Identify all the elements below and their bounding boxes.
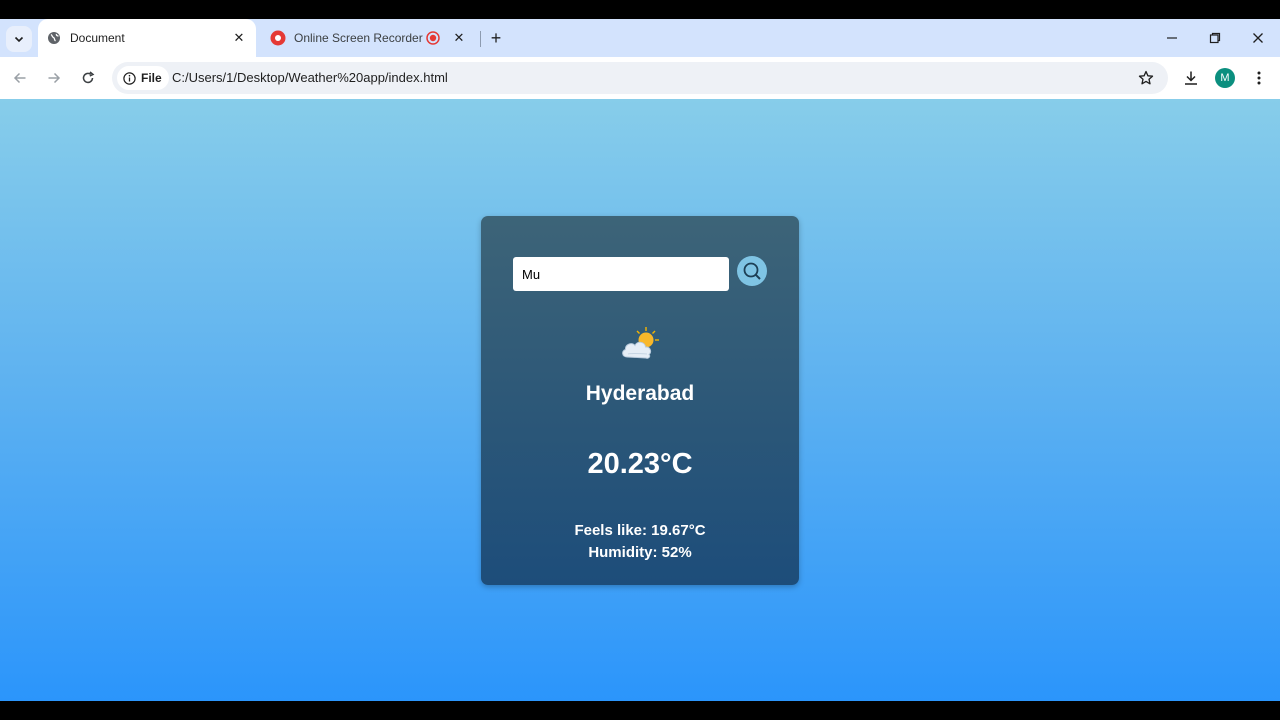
- screen: Document ✕ Online Screen Recorder ✕ + Fi…: [0, 0, 1280, 720]
- star-icon: [1138, 70, 1154, 85]
- minimize-icon: [1167, 37, 1177, 39]
- tab-title: Online Screen Recorder: [294, 31, 423, 45]
- close-icon: [1253, 33, 1263, 43]
- page-viewport: Hyderabad 20.23°C Feels like: 19.67°C Hu…: [0, 99, 1280, 701]
- globe-icon: [46, 30, 62, 46]
- download-icon: [1185, 71, 1197, 85]
- profile-button[interactable]: M: [1213, 66, 1237, 90]
- temperature: 20.23°C: [587, 448, 693, 480]
- restore-icon: [1209, 32, 1221, 44]
- feels-like: Feels like: 19.67°C: [574, 522, 706, 539]
- close-icon[interactable]: ✕: [230, 29, 248, 47]
- more-vert-icon: [1257, 71, 1261, 85]
- city-name: Hyderabad: [585, 382, 695, 405]
- new-tab-button[interactable]: +: [486, 28, 506, 48]
- chevron-down-icon: [14, 36, 24, 43]
- reload-button[interactable]: [76, 66, 100, 90]
- arrow-right-icon: [48, 72, 61, 84]
- tab-divider: [480, 31, 481, 47]
- menu-button[interactable]: [1247, 66, 1271, 90]
- forward-button[interactable]: [42, 66, 66, 90]
- tab-search-button[interactable]: [6, 26, 32, 52]
- search-button[interactable]: [737, 256, 767, 286]
- humidity: Humidity: 52%: [588, 544, 692, 561]
- reload-icon: [82, 71, 95, 84]
- site-info-chip[interactable]: File: [117, 66, 169, 90]
- tab-title: Document: [70, 31, 125, 45]
- letterbox-top: [0, 0, 1280, 19]
- city-search-input[interactable]: [513, 257, 729, 291]
- restore-button[interactable]: [1193, 19, 1237, 57]
- minimize-button[interactable]: [1150, 19, 1194, 57]
- arrow-left-icon: [13, 72, 26, 84]
- browser-toolbar: File C:/Users/1/Desktop/Weather%20app/in…: [0, 57, 1280, 99]
- url-text: C:/Users/1/Desktop/Weather%20app/index.h…: [172, 70, 448, 85]
- letterbox-bottom: [0, 701, 1280, 720]
- record-icon: [270, 30, 286, 46]
- search-icon: [743, 262, 761, 280]
- sun-behind-cloud-icon: [619, 324, 661, 362]
- downloads-button[interactable]: [1179, 66, 1203, 90]
- bookmark-button[interactable]: [1136, 68, 1156, 88]
- avatar: M: [1215, 68, 1235, 88]
- info-icon: [123, 71, 136, 85]
- back-button[interactable]: [8, 66, 32, 90]
- close-window-button[interactable]: [1236, 19, 1280, 57]
- tab-online-screen-recorder[interactable]: Online Screen Recorder ✕: [262, 19, 476, 57]
- weather-card: Hyderabad 20.23°C Feels like: 19.67°C Hu…: [481, 216, 799, 585]
- site-info-label: File: [141, 71, 162, 85]
- tab-document[interactable]: Document ✕: [38, 19, 256, 57]
- close-icon[interactable]: ✕: [450, 29, 468, 47]
- tab-strip: Document ✕ Online Screen Recorder ✕: [0, 19, 1280, 57]
- address-bar[interactable]: File C:/Users/1/Desktop/Weather%20app/in…: [112, 62, 1168, 94]
- recording-indicator-icon: [426, 31, 440, 45]
